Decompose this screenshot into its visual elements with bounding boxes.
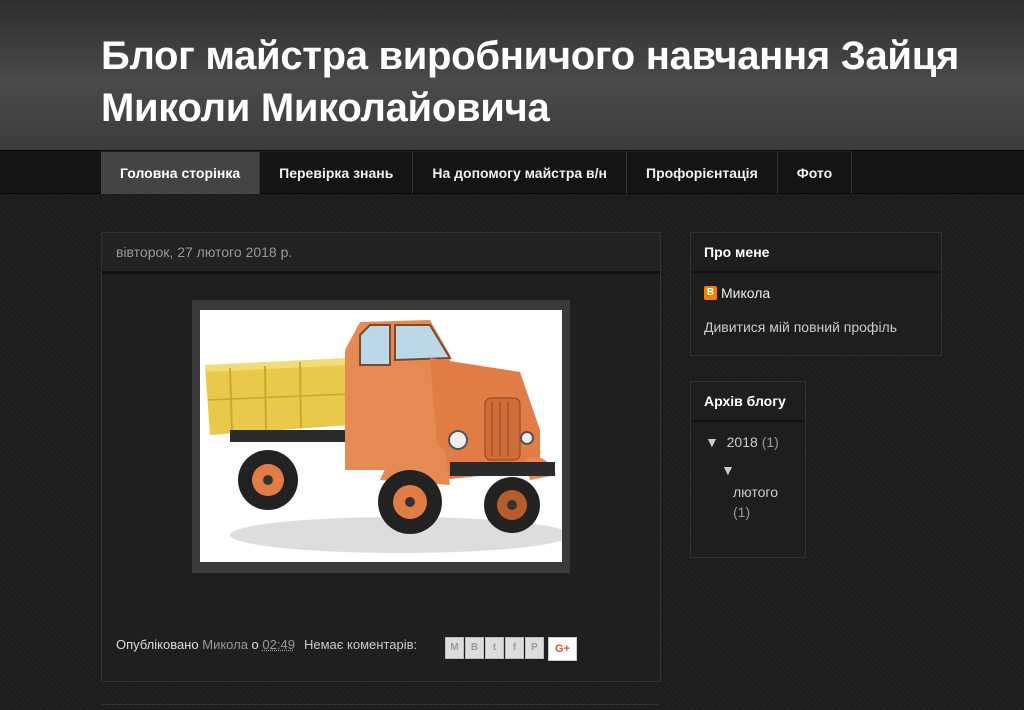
truck-image[interactable] [200,310,562,562]
expand-month-icon[interactable]: ▼ [721,462,735,478]
post-footer: Опубліковано Микола о 02:49 [116,637,295,652]
email-icon[interactable]: M [445,637,464,659]
tab-home[interactable]: Головна сторінка [101,151,261,194]
pinterest-icon[interactable]: P [525,637,544,659]
blog-title[interactable]: Блог майстра виробничого навчання Зайця … [101,30,961,134]
tab-knowledge-check[interactable]: Перевірка знань [260,151,414,194]
expand-year-icon[interactable]: ▼ [705,434,719,450]
author-link[interactable]: Микола [202,637,248,652]
archive-year-link[interactable]: 2018 [727,434,758,450]
tab-master-help[interactable]: На допомогу майстра в/н [413,151,628,194]
share-buttons: M B t f P G+ [445,637,577,661]
blogthis-icon[interactable]: B [465,637,484,659]
archive-month: лютого (1) [733,482,778,522]
archive-title: Архів блогу [691,382,805,422]
at-label: о [251,637,259,652]
tab-career-guidance[interactable]: Профорієнтація [627,151,778,194]
post-date: вівторок, 27 лютого 2018 р. [102,233,660,274]
blogger-icon: B [704,286,717,300]
divider [101,704,659,705]
tab-photo[interactable]: Фото [777,151,853,194]
blog-header: Блог майстра виробничого навчання Зайця … [0,0,1024,150]
post-image-frame [192,300,570,573]
post-time-link[interactable]: 02:49 [262,637,295,652]
facebook-icon[interactable]: f [505,637,524,659]
comments-link[interactable]: Немає коментарів: [304,637,417,652]
archive-year-count: (1) [761,434,779,450]
about-me-widget: Про мене B Микола Дивитися мій повний пр… [690,232,942,356]
nav-tabs: Головна сторінка Перевірка знань На допо… [0,150,1024,194]
full-profile-link[interactable]: Дивитися мій повний профіль [704,319,897,335]
profile-name-link[interactable]: Микола [721,285,770,301]
profile-name: B Микола [704,285,770,301]
gplus-button[interactable]: G+ [548,637,577,661]
published-label: Опубліковано [116,637,199,652]
archive-month-link[interactable]: лютого [733,484,778,500]
about-me-title: Про мене [691,233,941,273]
archive-month-count: (1) [733,504,751,520]
twitter-icon[interactable]: t [485,637,504,659]
archive-year: ▼ 2018 (1) [705,434,779,450]
blog-post: вівторок, 27 лютого 2018 р. Опубліковано… [101,232,661,682]
blog-archive-widget: Архів блогу ▼ 2018 (1) ▼ лютого (1) [690,381,806,558]
